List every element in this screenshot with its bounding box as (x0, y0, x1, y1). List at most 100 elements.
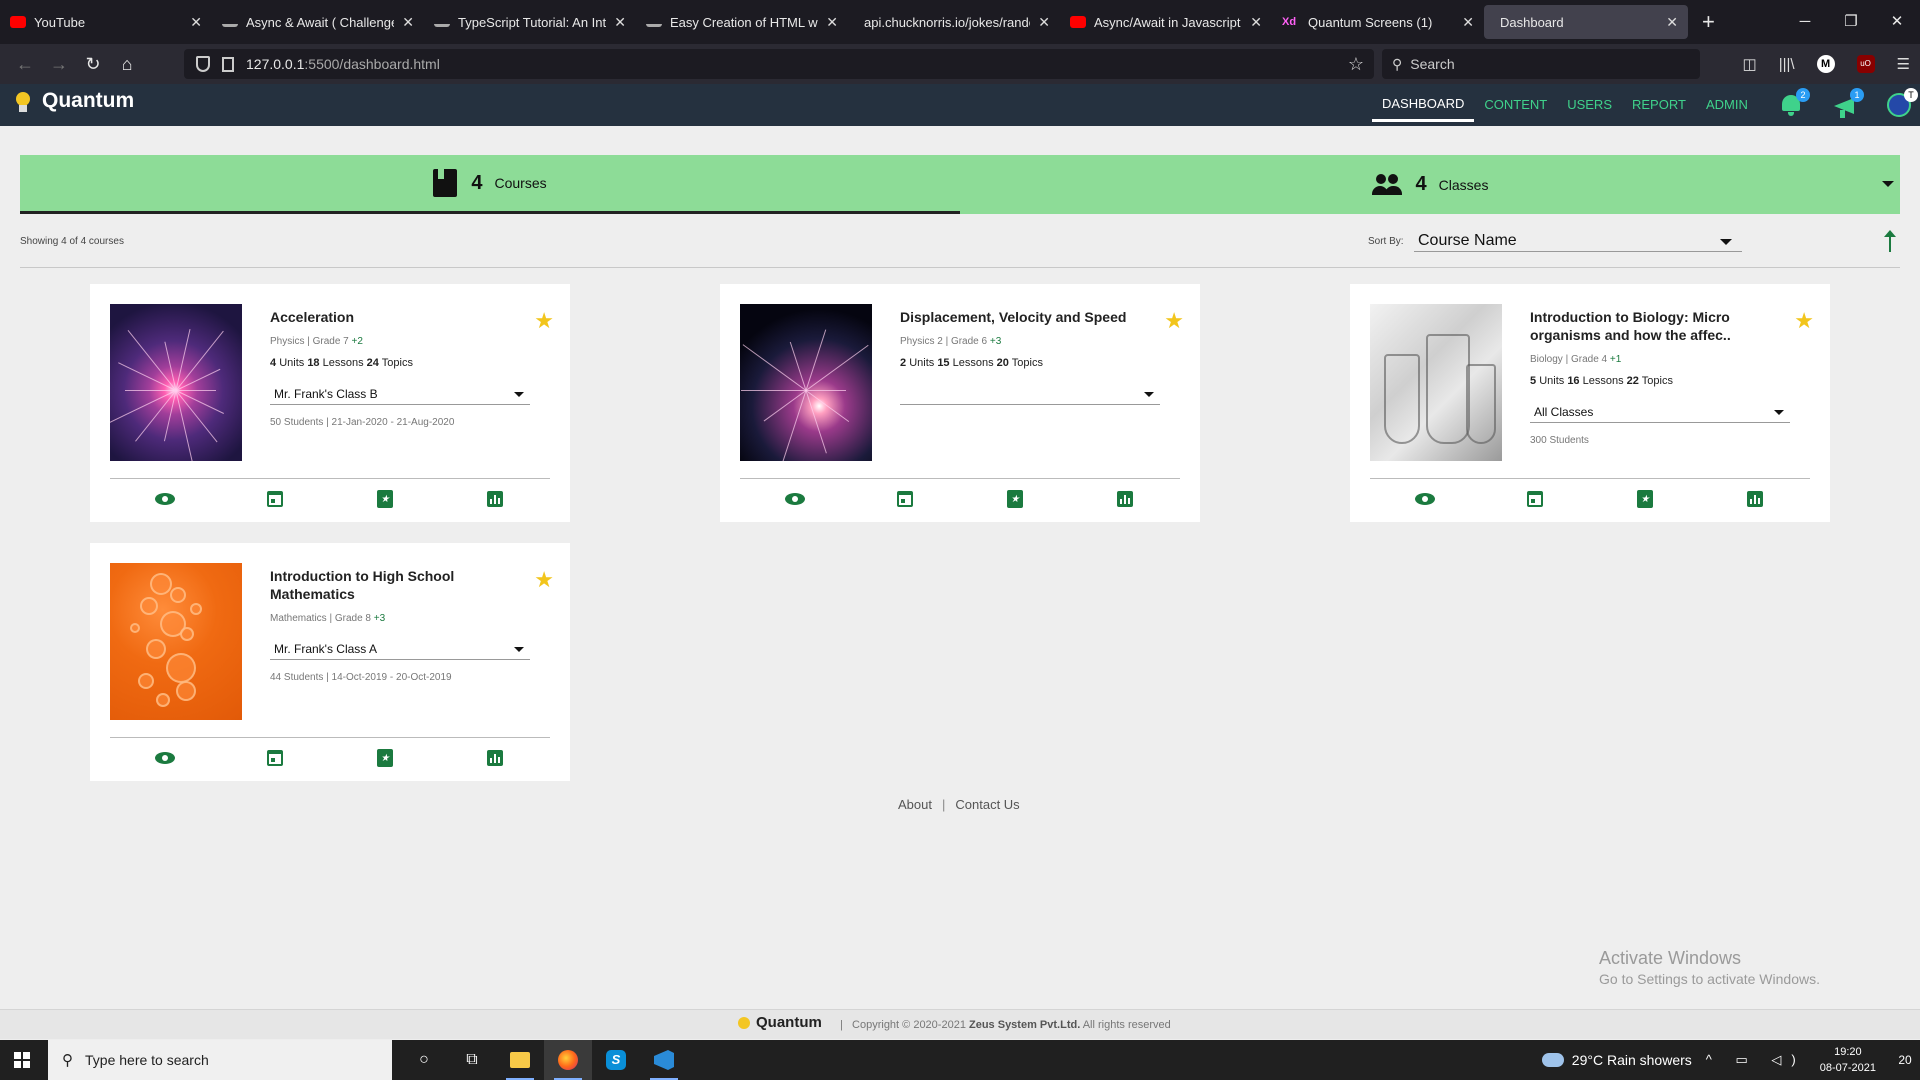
pocket-icon[interactable]: ◫ (1743, 55, 1757, 73)
new-tab-button[interactable]: + (1702, 9, 1715, 35)
notifications-bell-icon[interactable]: 2 (1778, 88, 1810, 118)
preview-eye-icon[interactable] (784, 488, 806, 510)
task-view-icon[interactable]: ⧉ (448, 1040, 496, 1080)
class-select[interactable]: Mr. Frank's Class B (270, 383, 530, 405)
clock[interactable]: 19:20 08-07-2021 (1820, 1044, 1876, 1076)
browser-tab[interactable]: Async & Await ( Challenge ) - ✕ (212, 0, 424, 44)
reports-chart-icon[interactable] (1114, 488, 1136, 510)
calendar-icon[interactable] (894, 488, 916, 510)
home-icon[interactable]: ⌂ (110, 54, 144, 75)
about-link[interactable]: About (898, 797, 932, 812)
file-explorer-icon[interactable] (496, 1040, 544, 1080)
browser-tab[interactable]: api.chucknorris.io/jokes/random ✕ (848, 0, 1060, 44)
close-icon[interactable]: ✕ (826, 14, 838, 31)
close-icon[interactable]: ✕ (1250, 14, 1262, 31)
calendar-icon[interactable] (264, 488, 286, 510)
favorite-star-icon[interactable]: ★ (1794, 310, 1814, 332)
calendar-icon[interactable] (264, 747, 286, 769)
windows-start-icon[interactable] (14, 1052, 30, 1068)
tray-icons[interactable]: ^ ▭ ◁) (1706, 1052, 1806, 1068)
preview-eye-icon[interactable] (1414, 488, 1436, 510)
vscode-icon[interactable] (640, 1040, 688, 1080)
sort-direction-icon[interactable] (1882, 230, 1898, 252)
shield-icon[interactable] (196, 56, 210, 72)
course-thumbnail[interactable] (1370, 304, 1502, 461)
tab-classes[interactable]: 4 Classes (960, 155, 1900, 214)
nav-report[interactable]: REPORT (1622, 84, 1696, 126)
page-info-icon[interactable] (222, 56, 234, 72)
url-bar[interactable]: 127.0.0.1:5500/dashboard.html ☆ (184, 49, 1374, 79)
reports-chart-icon[interactable] (1744, 488, 1766, 510)
favorite-star-icon[interactable]: ★ (1164, 310, 1184, 332)
browser-tab[interactable]: Async/Await in Javascript | Ja ✕ (1060, 0, 1272, 44)
course-thumbnail[interactable] (110, 563, 242, 720)
notification-center-icon[interactable]: 20 (1890, 1040, 1920, 1080)
class-select[interactable]: Mr. Frank's Class A (270, 638, 530, 660)
browser-tab[interactable]: TypeScript Tutorial: An Intro T ✕ (424, 0, 636, 44)
back-icon[interactable]: ← (8, 54, 42, 75)
grade-submissions-icon[interactable]: ★ (1004, 488, 1026, 510)
nav-dashboard[interactable]: DASHBOARD (1372, 84, 1475, 122)
minimize-icon[interactable]: ─ (1782, 0, 1828, 44)
activate-windows-watermark: Activate Windows Go to Settings to activ… (1599, 948, 1820, 987)
course-title[interactable]: Introduction to Biology: Micro organisms… (1530, 308, 1790, 344)
course-title[interactable]: Displacement, Velocity and Speed (900, 308, 1160, 326)
grade-submissions-icon[interactable]: ★ (374, 488, 396, 510)
reports-chart-icon[interactable] (484, 747, 506, 769)
close-icon[interactable]: ✕ (1666, 14, 1678, 31)
close-icon[interactable]: ✕ (614, 14, 626, 31)
reports-chart-icon[interactable] (484, 488, 506, 510)
rain-cloud-icon (1541, 1053, 1564, 1067)
forward-icon[interactable]: → (42, 54, 76, 75)
grade-submissions-icon[interactable]: ★ (374, 747, 396, 769)
chevron-down-icon (514, 392, 524, 397)
user-profile-avatar[interactable]: T (1886, 88, 1918, 118)
course-thumbnail[interactable] (740, 304, 872, 461)
calendar-icon[interactable] (1524, 488, 1546, 510)
sort-select[interactable]: Course Name (1414, 228, 1742, 252)
close-icon[interactable]: ✕ (190, 14, 202, 31)
reload-icon[interactable]: ↻ (76, 54, 110, 75)
course-title[interactable]: Introduction to High School Mathematics (270, 567, 530, 603)
nav-users[interactable]: USERS (1557, 84, 1622, 126)
menu-icon[interactable]: ☰ (1897, 55, 1910, 73)
nav-admin[interactable]: ADMIN (1696, 84, 1758, 126)
close-icon[interactable]: ✕ (402, 14, 414, 31)
grade-submissions-icon[interactable]: ★ (1634, 488, 1656, 510)
preview-eye-icon[interactable] (154, 747, 176, 769)
weather-widget[interactable]: 29°C Rain showers (1541, 1052, 1692, 1068)
app-logo[interactable]: Quantum (12, 88, 134, 114)
browser-tab[interactable]: YouTube ✕ (0, 0, 212, 44)
browser-tab[interactable]: Xd Quantum Screens (1) ✕ (1272, 0, 1484, 44)
nav-content[interactable]: CONTENT (1474, 84, 1557, 126)
course-title[interactable]: Acceleration (270, 308, 530, 326)
close-window-icon[interactable]: ✕ (1874, 0, 1920, 44)
browser-tab[interactable]: Easy Creation of HTML with J ✕ (636, 0, 848, 44)
firefox-icon[interactable] (544, 1040, 592, 1080)
bookmark-star-icon[interactable]: ☆ (1348, 54, 1364, 75)
contact-link[interactable]: Contact Us (955, 797, 1019, 812)
announcements-megaphone-icon[interactable]: 1 (1832, 88, 1864, 118)
preview-eye-icon[interactable] (154, 488, 176, 510)
tab-courses[interactable]: 4 Courses (20, 155, 960, 214)
skype-icon[interactable]: S (592, 1040, 640, 1080)
taskbar-search-input[interactable]: ⚲ Type here to search (48, 1040, 392, 1080)
class-select[interactable] (900, 383, 1160, 405)
course-thumbnail[interactable] (110, 304, 242, 461)
class-select[interactable]: All Classes (1530, 401, 1790, 423)
favorite-star-icon[interactable]: ★ (534, 569, 554, 591)
chevron-down-icon[interactable] (1882, 181, 1894, 187)
close-icon[interactable]: ✕ (1038, 14, 1050, 31)
restore-icon[interactable]: ❐ (1828, 0, 1874, 44)
browser-search-input[interactable]: ⚲ Search (1382, 49, 1700, 79)
library-icon[interactable]: |||\ (1779, 56, 1795, 73)
account-icon[interactable]: M (1816, 55, 1835, 73)
card-actions: ★ (110, 488, 550, 512)
favorite-star-icon[interactable]: ★ (534, 310, 554, 332)
close-icon[interactable]: ✕ (1462, 14, 1474, 31)
brand-name: Quantum (42, 89, 135, 112)
cortana-icon[interactable]: ○ (400, 1040, 448, 1080)
browser-tab-active[interactable]: Dashboard ✕ (1484, 5, 1688, 39)
url-text[interactable]: 127.0.0.1:5500/dashboard.html (246, 56, 440, 72)
ublock-icon[interactable]: uO (1856, 55, 1875, 73)
